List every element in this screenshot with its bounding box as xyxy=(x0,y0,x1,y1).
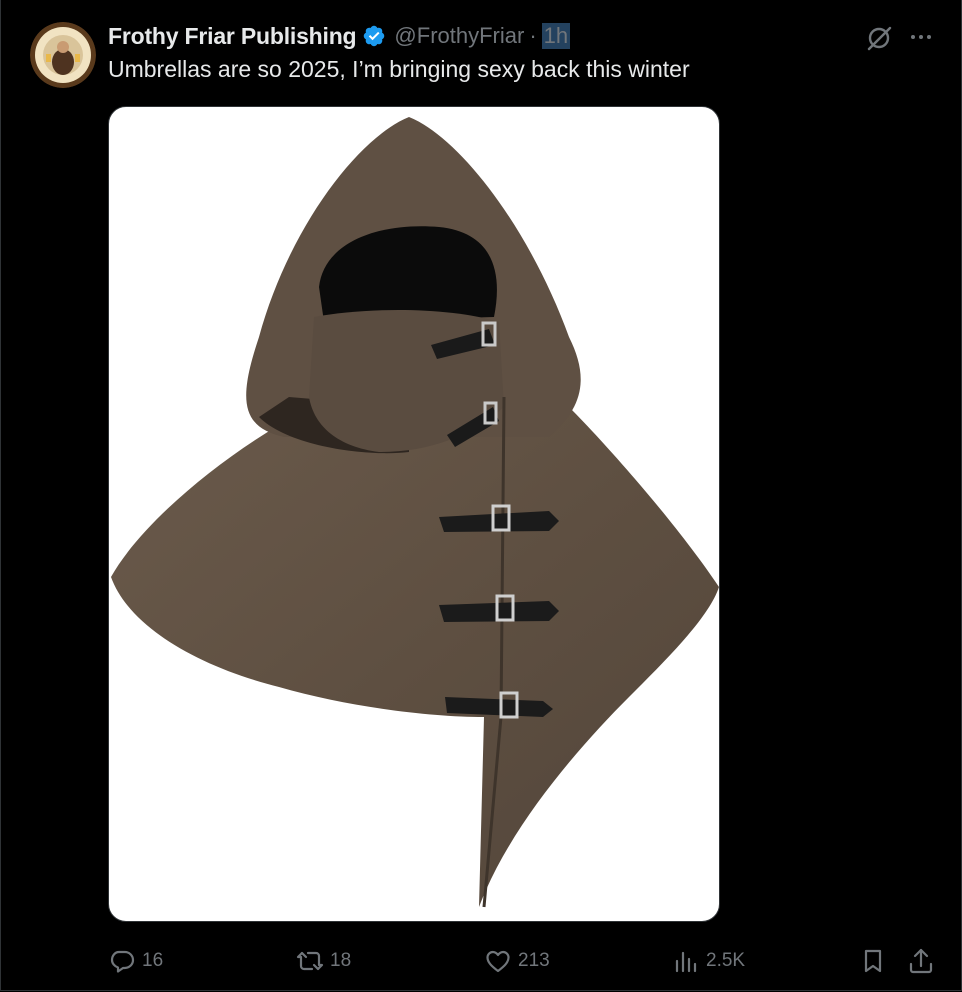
reply-button[interactable]: 16 xyxy=(108,944,163,978)
repost-count: 18 xyxy=(330,950,352,971)
bookmark-icon xyxy=(864,949,882,973)
separator-dot: · xyxy=(529,23,537,48)
like-icon xyxy=(486,950,510,973)
views-button[interactable]: 2.5K xyxy=(672,944,745,978)
post-timestamp[interactable]: 1h xyxy=(541,23,571,49)
share-button[interactable] xyxy=(906,944,936,978)
views-icon xyxy=(675,951,697,973)
like-button[interactable]: 213 xyxy=(484,944,550,978)
avatar[interactable] xyxy=(30,22,96,88)
repost-button[interactable]: 18 xyxy=(296,944,351,978)
share-icon xyxy=(909,948,933,974)
grok-icon[interactable] xyxy=(864,23,894,53)
more-icon[interactable] xyxy=(906,22,936,52)
hooded-cowl-image xyxy=(111,117,719,908)
views-count: 2.5K xyxy=(706,950,746,971)
author-handle[interactable]: @FrothyFriar xyxy=(394,23,524,49)
post-text: Umbrellas are so 2025, I’m bringing sexy… xyxy=(108,56,690,82)
bookmark-button[interactable] xyxy=(858,944,888,978)
like-count: 213 xyxy=(518,950,550,971)
post-image[interactable] xyxy=(108,106,720,922)
post-header: Frothy Friar Publishing @FrothyFriar · 1… xyxy=(108,20,571,52)
verified-badge-icon[interactable] xyxy=(362,24,386,48)
reply-icon xyxy=(110,950,135,973)
author-name[interactable]: Frothy Friar Publishing xyxy=(108,23,357,50)
repost-icon xyxy=(296,951,324,971)
reply-count: 16 xyxy=(142,950,164,971)
